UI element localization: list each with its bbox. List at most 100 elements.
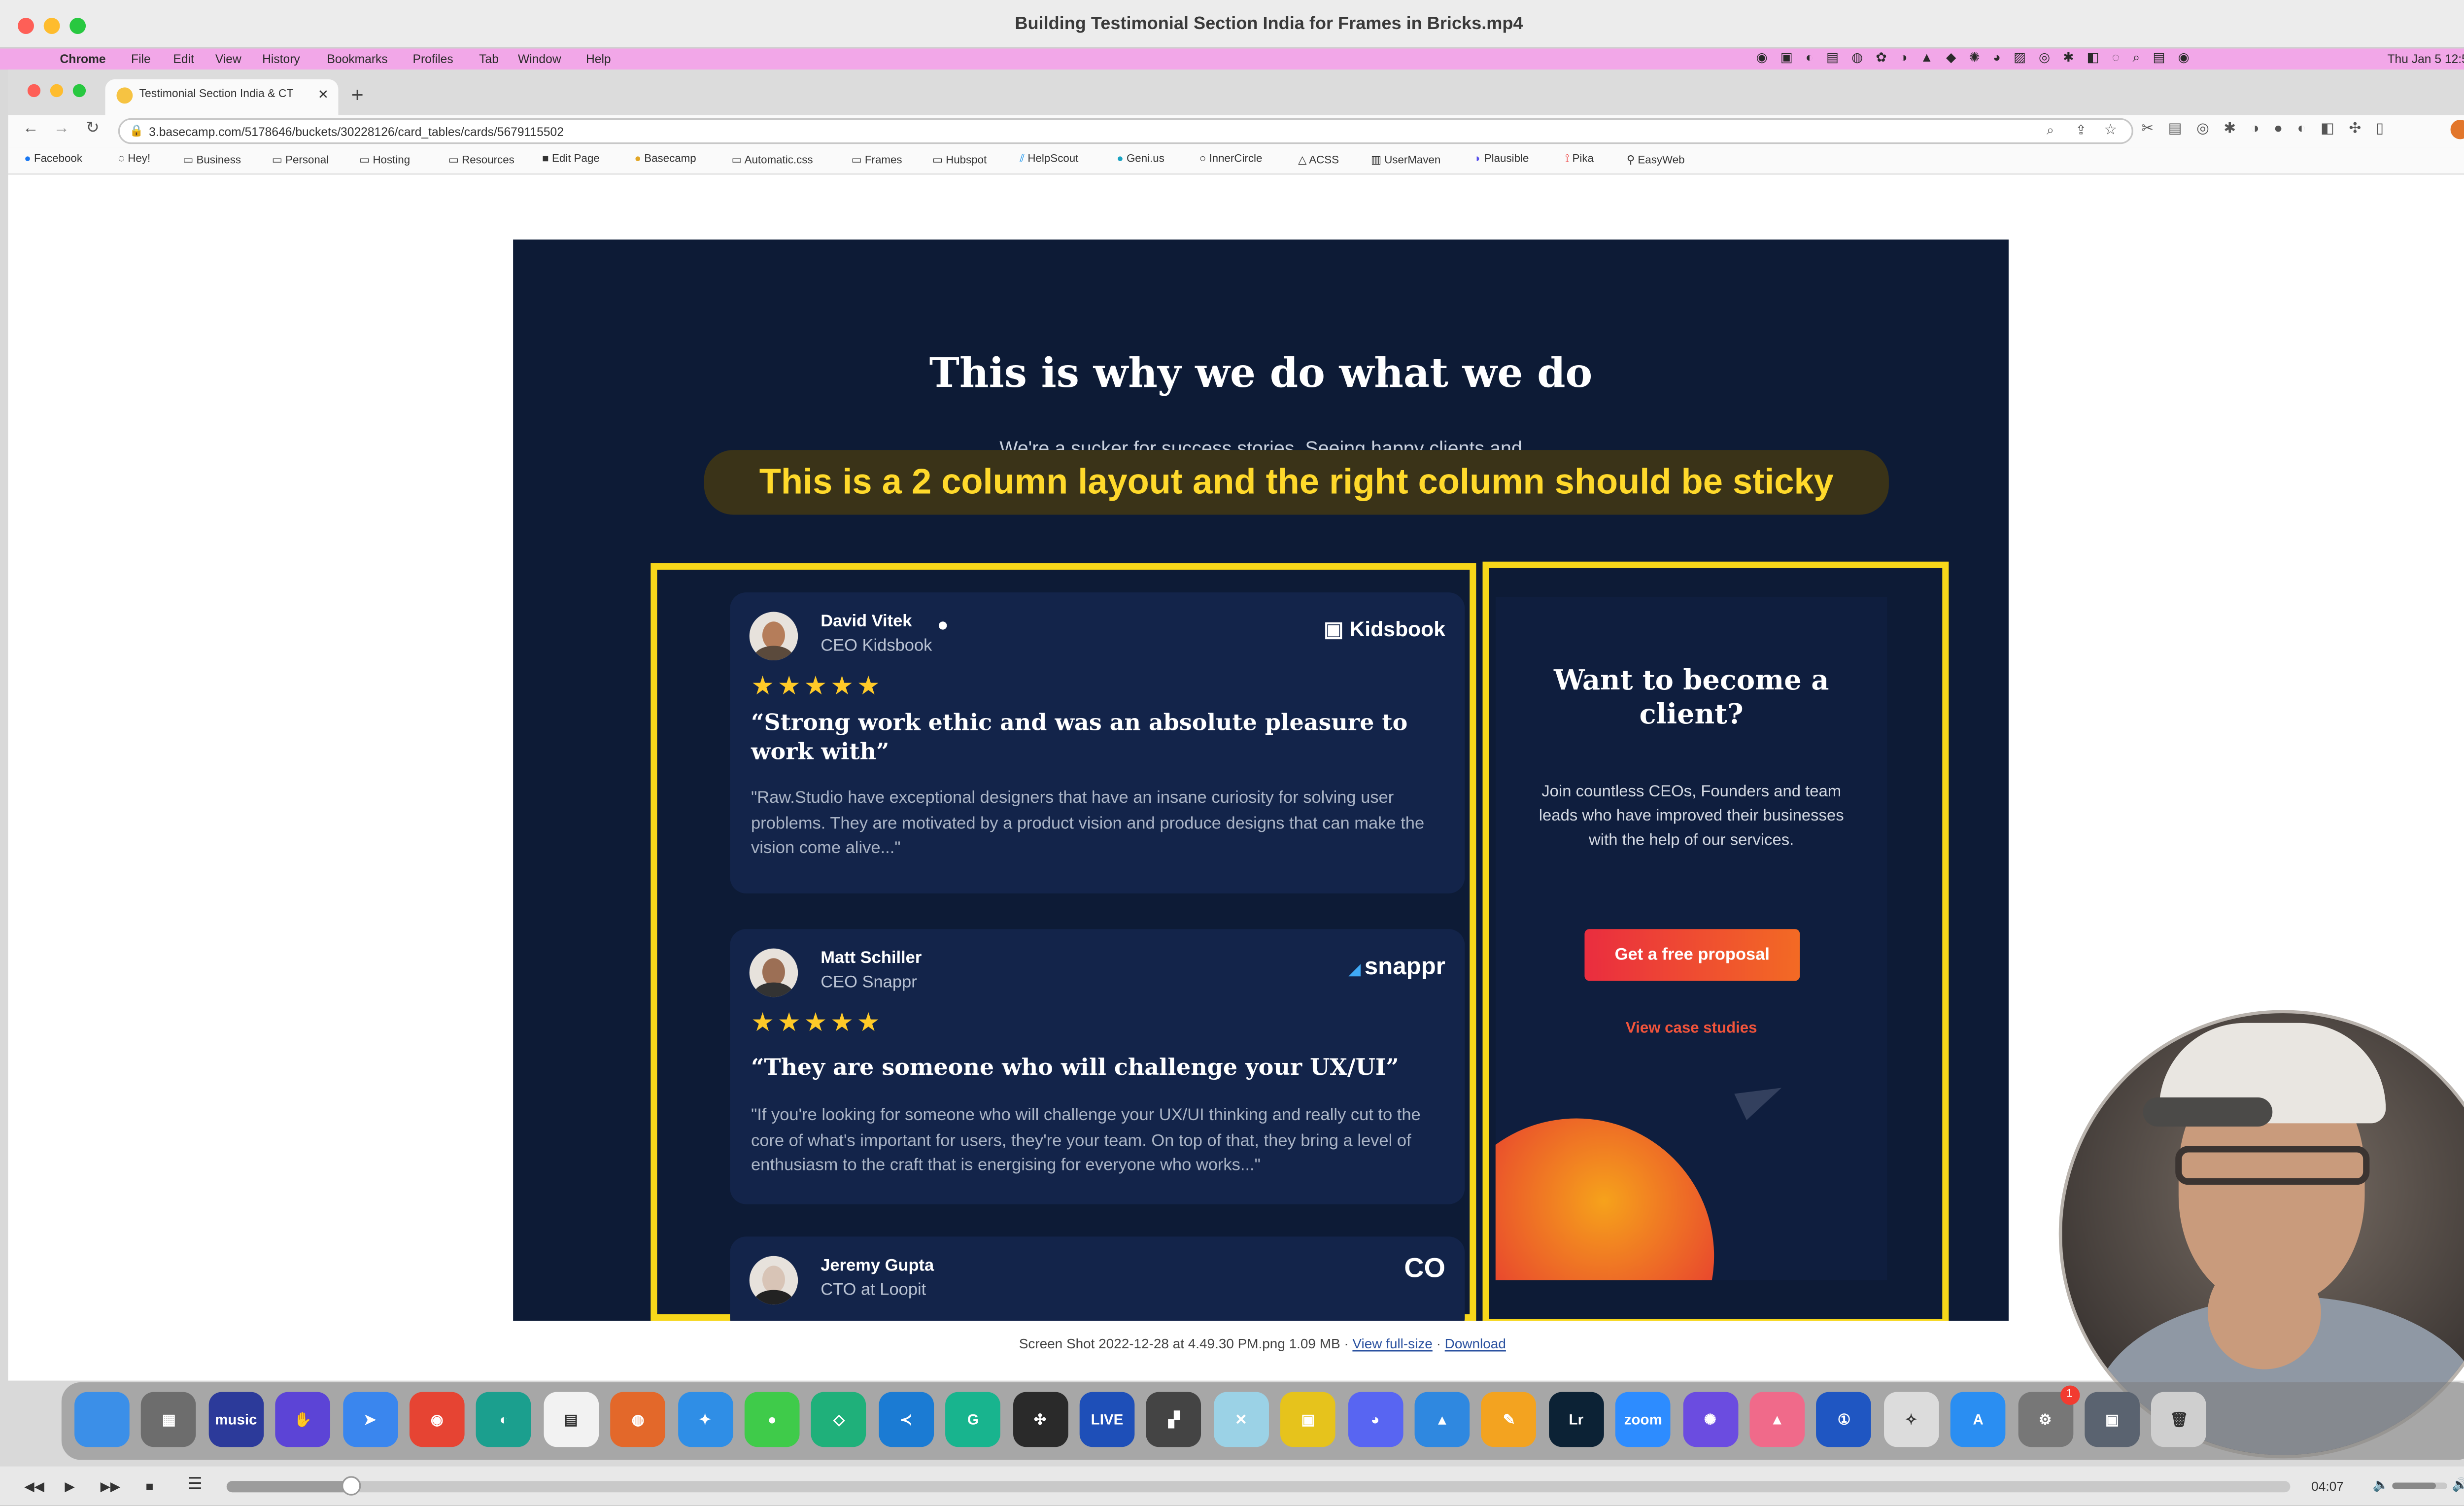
bookmark-business[interactable]: ▭ Business [183, 154, 241, 167]
dock-app-amazon-music[interactable]: music [208, 1392, 264, 1447]
menubar-clock[interactable]: Thu Jan 5 12:56 PM [2387, 52, 2464, 67]
menu-window[interactable]: Window [518, 52, 561, 67]
dock-app-vs-code[interactable]: ≺ [878, 1392, 934, 1447]
menu-app-name[interactable]: Chrome [60, 52, 106, 67]
bookmark-acss[interactable]: △ ACSS [1298, 154, 1339, 167]
bookmark-frames[interactable]: ▭ Frames [852, 154, 902, 167]
dock-app-pages[interactable]: ✎ [1481, 1392, 1537, 1447]
bookmark-geni-us[interactable]: ● Geni.us [1117, 154, 1164, 165]
dock-app-1password[interactable]: ① [1816, 1392, 1872, 1447]
dock-app-trash[interactable]: 🗑 [2152, 1392, 2207, 1447]
bookmark-helpscout[interactable]: ⫽ HelpScout [1020, 154, 1078, 167]
testimonial-screenshot[interactable]: This is why we do what we do We're a suc… [513, 240, 2009, 1321]
bookmark-facebook[interactable]: ● Facebook [24, 154, 82, 165]
dock-app-tower[interactable]: ◐ [476, 1392, 532, 1447]
dock-app-cleanmymac[interactable]: ▲ [1749, 1392, 1805, 1447]
dock-app-launchpad[interactable]: ▦ [141, 1392, 197, 1447]
menu-tab[interactable]: Tab [479, 52, 499, 67]
browser-close-button[interactable] [27, 84, 41, 98]
status-icons[interactable]: ◉▣◐▤◍✿◑▲◆✺◕▨◎✱◧◌⌕▤◉ [1756, 50, 2202, 67]
play-button[interactable]: ▶ [65, 1479, 74, 1494]
bookmark-resources[interactable]: ▭ Resources [448, 154, 514, 167]
fast-forward-button[interactable]: ▶▶ [101, 1479, 120, 1494]
view-case-studies-link[interactable]: View case studies [1496, 1020, 1887, 1037]
dock-app-finder[interactable] [74, 1392, 130, 1447]
profile-avatar[interactable] [2450, 120, 2464, 139]
bookmark-edit-page[interactable]: ■ Edit Page [542, 154, 600, 165]
dock-app-hand-mirror[interactable]: ✋ [275, 1392, 331, 1447]
tab-basecamp[interactable]: Testimonial Section India & CT ✕ [105, 79, 339, 115]
dock-app-chrome[interactable]: ◉ [409, 1392, 465, 1447]
menu-bookmarks[interactable]: Bookmarks [327, 52, 387, 67]
bookmark-basecamp[interactable]: ● Basecamp [634, 154, 696, 165]
bookmark-star-icon[interactable]: ☆ [2104, 121, 2117, 139]
dock-app-screenshot[interactable]: ▣ [2085, 1392, 2140, 1447]
bookmark-hey[interactable]: ◌ Hey! [118, 154, 150, 165]
dock-app-setapp[interactable]: ✺ [1682, 1392, 1738, 1447]
bookmark-usermaven[interactable]: ▥ UserMaven [1371, 154, 1440, 167]
dock-app-ecamm-live[interactable]: LIVE [1079, 1392, 1135, 1447]
menu-profiles[interactable]: Profiles [413, 52, 453, 67]
volume-slider[interactable] [2392, 1482, 2448, 1489]
plausible-icon: ◗ [1474, 154, 1481, 166]
seek-bar-handle[interactable] [341, 1476, 360, 1496]
annotation-caption: This is a 2 column layout and the right … [704, 450, 1889, 515]
dock-app-flow[interactable]: ◇ [811, 1392, 867, 1447]
dock-app-safari[interactable]: ✦ [677, 1392, 733, 1447]
bookmark-easyweb[interactable]: ⚲ EasyWeb [1627, 154, 1685, 167]
tab-close-icon[interactable]: ✕ [318, 87, 329, 102]
browser-zoom-button[interactable] [72, 84, 86, 98]
playlist-button[interactable]: ☰ [188, 1476, 202, 1494]
bookmark-innercircle[interactable]: ○ InnerCircle [1199, 154, 1263, 165]
forward-arrow-icon[interactable]: → [53, 120, 69, 137]
zoom-search-icon[interactable]: ⌕ [2047, 123, 2054, 139]
dock-app-calendar[interactable]: ▤ [543, 1392, 599, 1447]
dock-app-xcode-tools[interactable]: ✕ [1213, 1392, 1269, 1447]
share-icon[interactable]: ⇪ [2076, 123, 2087, 138]
bookmark-pika[interactable]: ⟟ Pika [1565, 154, 1594, 167]
dock-app-messages[interactable]: ● [744, 1392, 800, 1447]
bookmark-automatic-css[interactable]: ▭ Automatic.css [732, 154, 813, 167]
dock-app-keynote[interactable]: ▴ [1414, 1392, 1470, 1447]
playback-time: 04:07 [2311, 1479, 2344, 1494]
menu-history[interactable]: History [262, 52, 300, 67]
menu-edit[interactable]: Edit [173, 52, 194, 67]
rewind-button[interactable]: ◀◀ [24, 1479, 44, 1494]
menu-view[interactable]: View [215, 52, 241, 67]
dock-app-firefox[interactable]: ◍ [610, 1392, 666, 1447]
browser-minimize-button[interactable] [50, 84, 64, 98]
dock-app-app-store[interactable]: A [1951, 1392, 2006, 1447]
dock-app-script-editor[interactable]: ✧ [1883, 1392, 1939, 1447]
cta-title: Want to become a client? [1554, 665, 1829, 732]
bookmark-hubspot[interactable]: ▭ Hubspot [932, 154, 987, 167]
dock-app-zoom[interactable]: zoom [1615, 1392, 1671, 1447]
extension-icons[interactable]: ✂▤◎✱◑●◐◧✣▯ [2141, 120, 2398, 137]
bookmark-personal[interactable]: ▭ Personal [272, 154, 329, 167]
right-column-highlight: Want to become a client? Join countless … [1482, 561, 1949, 1321]
new-tab-button[interactable]: + [351, 83, 364, 107]
dock-app-lightroom[interactable]: Lr [1548, 1392, 1604, 1447]
testimonial-card: Matt Schiller CEO Snappr ◢ snappr ★★★★★ … [730, 929, 1465, 1204]
address-bar[interactable]: 🔒 3.basecamp.com/5178646/buckets/3022812… [118, 118, 2133, 144]
dock-app-grammarly[interactable]: G [945, 1392, 1001, 1447]
bookmark-hosting[interactable]: ▭ Hosting [359, 154, 410, 167]
dock-app-final-cut-pro[interactable]: ▞ [1146, 1392, 1202, 1447]
dock-app-figma[interactable]: ✣ [1012, 1392, 1068, 1447]
url-text[interactable]: 3.basecamp.com/5178646/buckets/30228126/… [149, 125, 564, 139]
dock-app-direct-mail[interactable]: ➤ [342, 1392, 398, 1447]
menu-help[interactable]: Help [586, 52, 611, 67]
bookmark-plausible[interactable]: ◗ Plausible [1474, 154, 1529, 165]
menu-file[interactable]: File [131, 52, 151, 67]
volume-max-icon[interactable]: 🔊 [2452, 1478, 2464, 1493]
volume-mute-icon[interactable]: 🔈 [2373, 1478, 2389, 1493]
back-arrow-icon[interactable]: ← [23, 120, 39, 137]
stop-button[interactable]: ■ [146, 1479, 154, 1494]
view-full-size-link[interactable]: View full-size [1352, 1335, 1432, 1352]
download-link[interactable]: Download [1445, 1335, 1506, 1352]
get-free-proposal-button[interactable]: Get a free proposal [1584, 929, 1800, 981]
dock-app-printer[interactable]: ▣ [1280, 1392, 1336, 1447]
dock-app-discord[interactable]: ◕ [1347, 1392, 1403, 1447]
tab-title: Testimonial Section India & CT [139, 89, 294, 101]
seek-bar[interactable] [226, 1476, 2291, 1496]
reload-icon[interactable]: ↻ [86, 120, 100, 137]
